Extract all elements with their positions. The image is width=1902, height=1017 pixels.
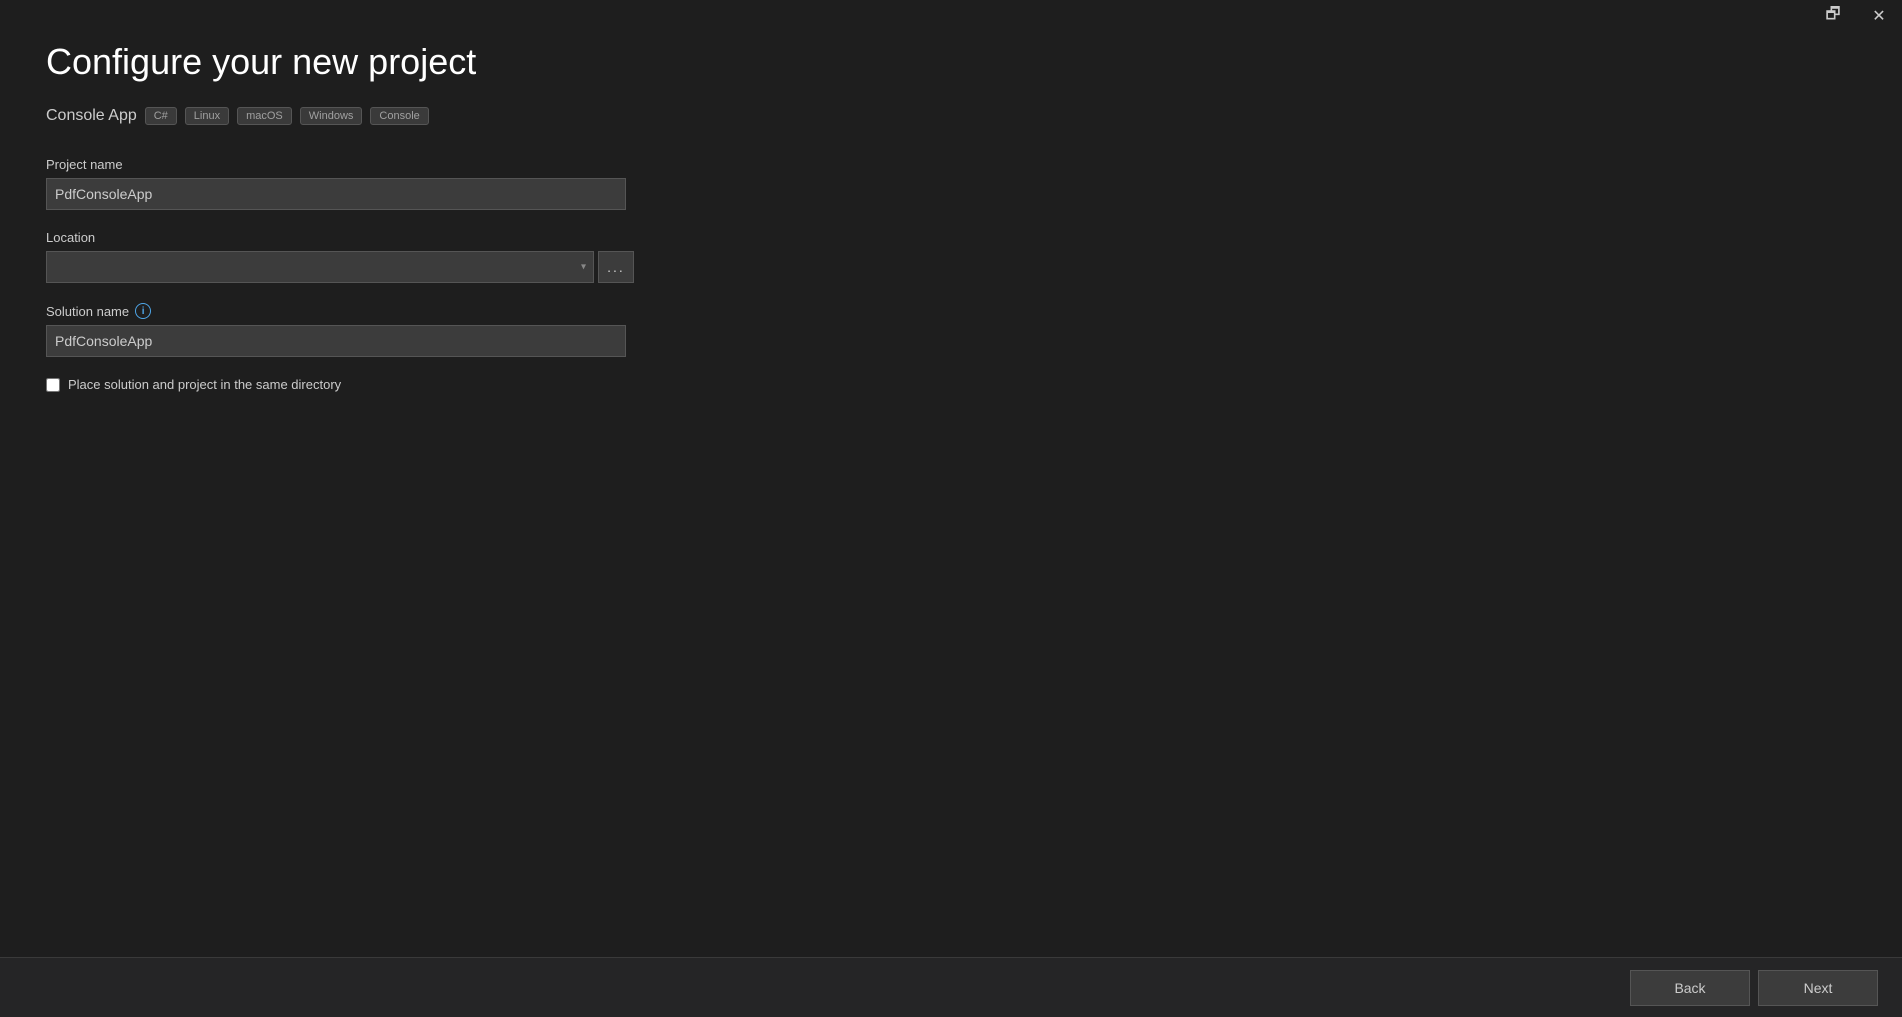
- same-directory-checkbox-row: Place solution and project in the same d…: [46, 377, 686, 392]
- app-name-label: Console App: [46, 107, 137, 125]
- form-section: Project name Location ▾ ... Solution nam…: [46, 157, 686, 392]
- location-select-wrapper: ▾: [46, 251, 594, 283]
- location-select[interactable]: [46, 251, 594, 283]
- solution-name-label-text: Solution name: [46, 304, 129, 319]
- tag-windows: Windows: [300, 107, 363, 125]
- project-name-label: Project name: [46, 157, 686, 172]
- browse-button[interactable]: ...: [598, 251, 634, 283]
- solution-name-input[interactable]: [46, 325, 626, 357]
- tag-csharp: C#: [145, 107, 177, 125]
- project-name-input[interactable]: [46, 178, 626, 210]
- project-name-group: Project name: [46, 157, 686, 210]
- location-label: Location: [46, 230, 686, 245]
- location-group: Location ▾ ...: [46, 230, 686, 283]
- same-directory-checkbox[interactable]: [46, 378, 60, 392]
- tag-macos: macOS: [237, 107, 292, 125]
- back-button[interactable]: Back: [1630, 970, 1750, 1006]
- next-button[interactable]: Next: [1758, 970, 1878, 1006]
- tag-linux: Linux: [185, 107, 229, 125]
- main-content: Configure your new project Console App C…: [0, 0, 1902, 1017]
- page-title: Configure your new project: [46, 40, 1856, 83]
- tag-console: Console: [370, 107, 428, 125]
- solution-name-info-icon[interactable]: i: [135, 303, 151, 319]
- solution-name-label: Solution name i: [46, 303, 686, 319]
- location-row: ▾ ...: [46, 251, 686, 283]
- bottom-bar: Back Next: [0, 957, 1902, 1017]
- subtitle-row: Console App C# Linux macOS Windows Conso…: [46, 107, 1856, 125]
- same-directory-label[interactable]: Place solution and project in the same d…: [68, 377, 341, 392]
- solution-name-group: Solution name i: [46, 303, 686, 357]
